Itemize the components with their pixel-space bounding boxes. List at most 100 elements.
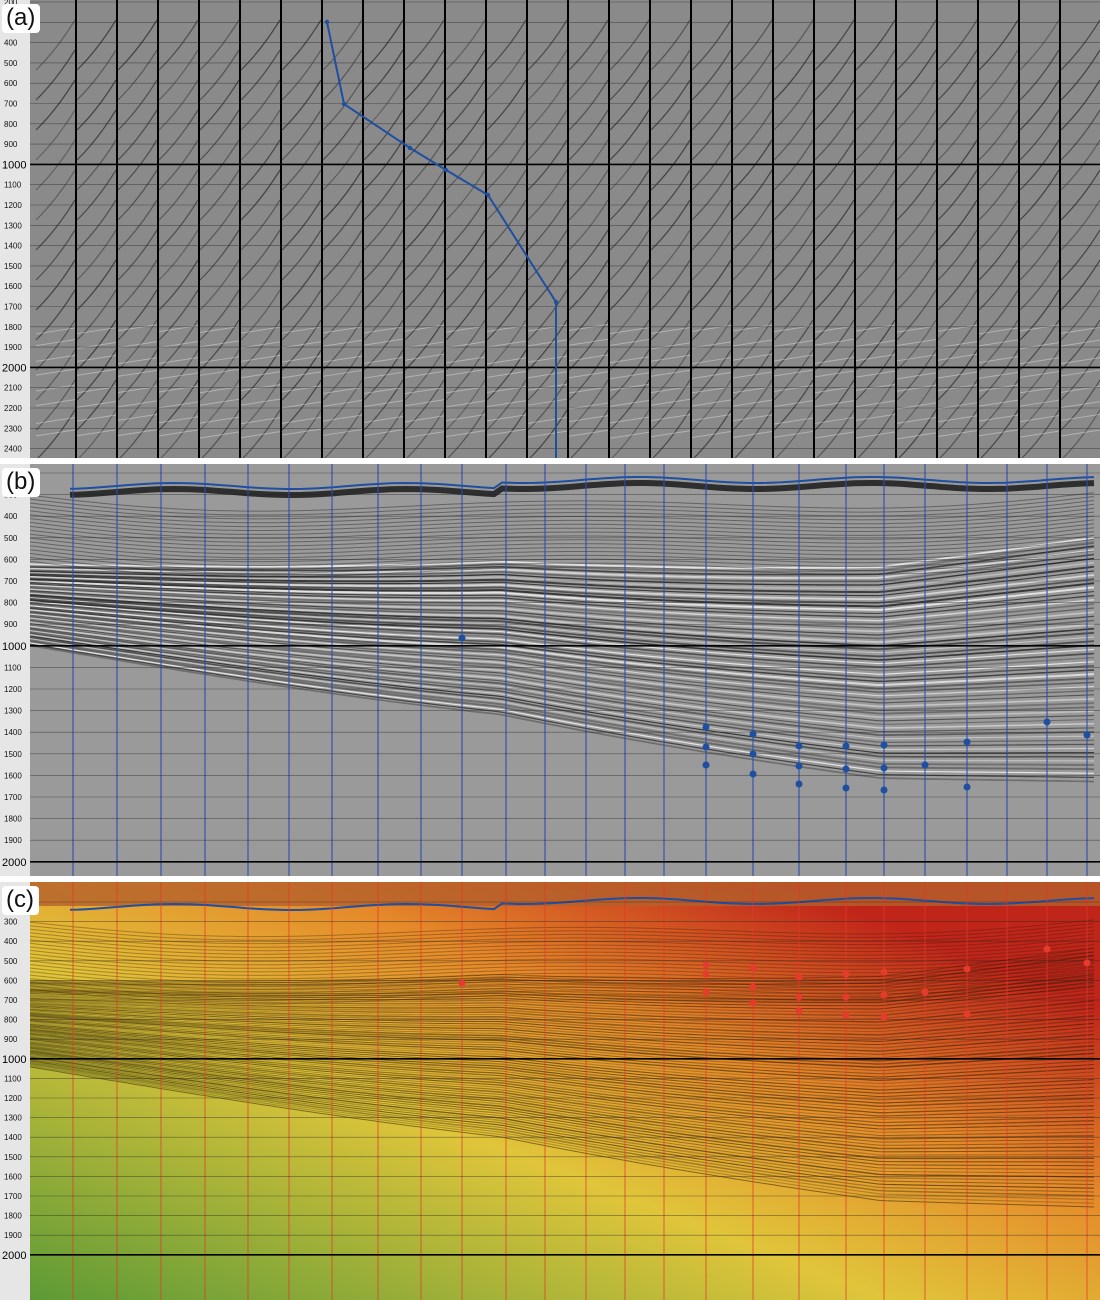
velocity-pick-marker [795, 993, 803, 1001]
time-tick-label: 1300 [4, 707, 22, 716]
time-axis: 2003004005006007008009001000110012001300… [0, 882, 30, 1300]
time-tick-label: 1300 [4, 1114, 22, 1123]
time-tick-label: 2100 [4, 384, 22, 393]
time-tick-label: 2200 [4, 404, 22, 413]
velocity-pick-marker [842, 742, 850, 750]
time-tick-label: 1500 [4, 262, 22, 271]
velocity-pick-marker [749, 983, 757, 991]
time-tick-label: 400 [4, 512, 18, 521]
panel-label: (c) [2, 886, 39, 915]
time-tick-label: 400 [4, 937, 18, 946]
time-tick-label: 1600 [4, 771, 22, 780]
time-tick-label: 700 [4, 996, 18, 1005]
velocity-pick-marker [702, 761, 710, 769]
velocity-pick-marker [702, 743, 710, 751]
time-tick-label: 600 [4, 555, 18, 564]
time-tick-label: 1800 [4, 815, 22, 824]
time-tick-label: 1900 [4, 343, 22, 352]
velocity-pick-marker [880, 968, 888, 976]
time-tick-label: 1800 [4, 1212, 22, 1221]
velocity-pick-marker [1083, 731, 1091, 739]
velocity-pick-marker [1043, 718, 1051, 726]
time-tick-label: 1900 [4, 1231, 22, 1240]
time-tick-label: 1200 [4, 1094, 22, 1103]
time-tick-label: 1200 [4, 201, 22, 210]
velocity-pick-marker [880, 764, 888, 772]
velocity-pick-marker [702, 970, 710, 978]
velocity-pick-marker [1083, 959, 1091, 967]
velocity-overlay-panel: 2003004005006007008009001000110012001300… [0, 882, 1100, 1300]
time-tick-label: 700 [4, 100, 18, 109]
time-tick-label: 1700 [4, 793, 22, 802]
gather-panel: 2003004005006007008009001000110012001300… [0, 0, 1100, 458]
time-tick-label: 1700 [4, 303, 22, 312]
time-tick-label: 800 [4, 599, 18, 608]
velocity-pick-point [443, 167, 449, 173]
time-tick-label: 1600 [4, 282, 22, 291]
velocity-pick-point [407, 145, 413, 151]
velocity-pick-marker [795, 780, 803, 788]
velocity-pick-marker [963, 1010, 971, 1018]
time-tick-label: 1200 [4, 685, 22, 694]
time-tick-label: 1400 [4, 1133, 22, 1142]
time-tick-label: 300 [4, 918, 18, 927]
velocity-pick-marker [842, 970, 850, 978]
velocity-pick-point [485, 192, 491, 198]
velocity-pick-marker [880, 1013, 888, 1021]
seismic-section-plot: 2003004005006007008009001000110012001300… [0, 464, 1100, 876]
time-tick-label: 2300 [4, 424, 22, 433]
velocity-pick-point [553, 299, 559, 305]
time-tick-label: 400 [4, 39, 18, 48]
velocity-pick-marker [842, 1011, 850, 1019]
time-tick-label: 1900 [4, 836, 22, 845]
time-axis: 2003004005006007008009001000110012001300… [0, 464, 30, 876]
seismic-section-panel: 2003004005006007008009001000110012001300… [0, 464, 1100, 876]
velocity-pick-marker [842, 784, 850, 792]
velocity-pick-point [324, 19, 330, 25]
time-tick-label: 500 [4, 59, 18, 68]
velocity-pick-marker [963, 965, 971, 973]
velocity-pick-marker [749, 750, 757, 758]
velocity-pick-marker [702, 961, 710, 969]
time-tick-label: 1800 [4, 323, 22, 332]
time-tick-label: 600 [4, 976, 18, 985]
velocity-overlay-plot: 2003004005006007008009001000110012001300… [0, 882, 1100, 1300]
velocity-pick-marker [842, 993, 850, 1001]
time-tick-label: 1400 [4, 728, 22, 737]
time-tick-label: 500 [4, 957, 18, 966]
velocity-pick-marker [795, 742, 803, 750]
time-tick-label: 900 [4, 620, 18, 629]
velocity-pick-marker [749, 964, 757, 972]
time-tick-label: 2400 [4, 445, 22, 454]
time-tick-label: 1000 [2, 159, 26, 171]
velocity-pick-marker [963, 783, 971, 791]
time-tick-label: 1000 [2, 1054, 26, 1066]
velocity-pick-marker [795, 762, 803, 770]
time-tick-label: 900 [4, 1035, 18, 1044]
velocity-pick-marker [795, 973, 803, 981]
time-tick-label: 1400 [4, 242, 22, 251]
velocity-pick-marker [702, 723, 710, 731]
time-tick-label: 1100 [4, 181, 22, 190]
time-axis: 2003004005006007008009001000110012001300… [0, 0, 30, 458]
time-tick-label: 2000 [2, 1250, 26, 1262]
time-tick-label: 900 [4, 140, 18, 149]
velocity-pick-marker [1043, 945, 1051, 953]
time-tick-label: 2000 [2, 362, 26, 374]
time-tick-label: 1100 [4, 1074, 22, 1083]
velocity-pick-marker [880, 741, 888, 749]
time-tick-label: 1000 [2, 641, 26, 653]
panel-label: (a) [2, 4, 41, 33]
velocity-pick-marker [749, 770, 757, 778]
time-tick-label: 1500 [4, 1153, 22, 1162]
velocity-pick-point [341, 101, 347, 107]
time-tick-label: 1700 [4, 1192, 22, 1201]
time-tick-label: 800 [4, 120, 18, 129]
velocity-pick-marker [880, 786, 888, 794]
velocity-pick-marker [921, 761, 929, 769]
velocity-pick-marker [702, 988, 710, 996]
time-tick-label: 1300 [4, 221, 22, 230]
velocity-pick-marker [458, 634, 466, 642]
velocity-pick-marker [795, 1007, 803, 1015]
time-tick-label: 700 [4, 577, 18, 586]
